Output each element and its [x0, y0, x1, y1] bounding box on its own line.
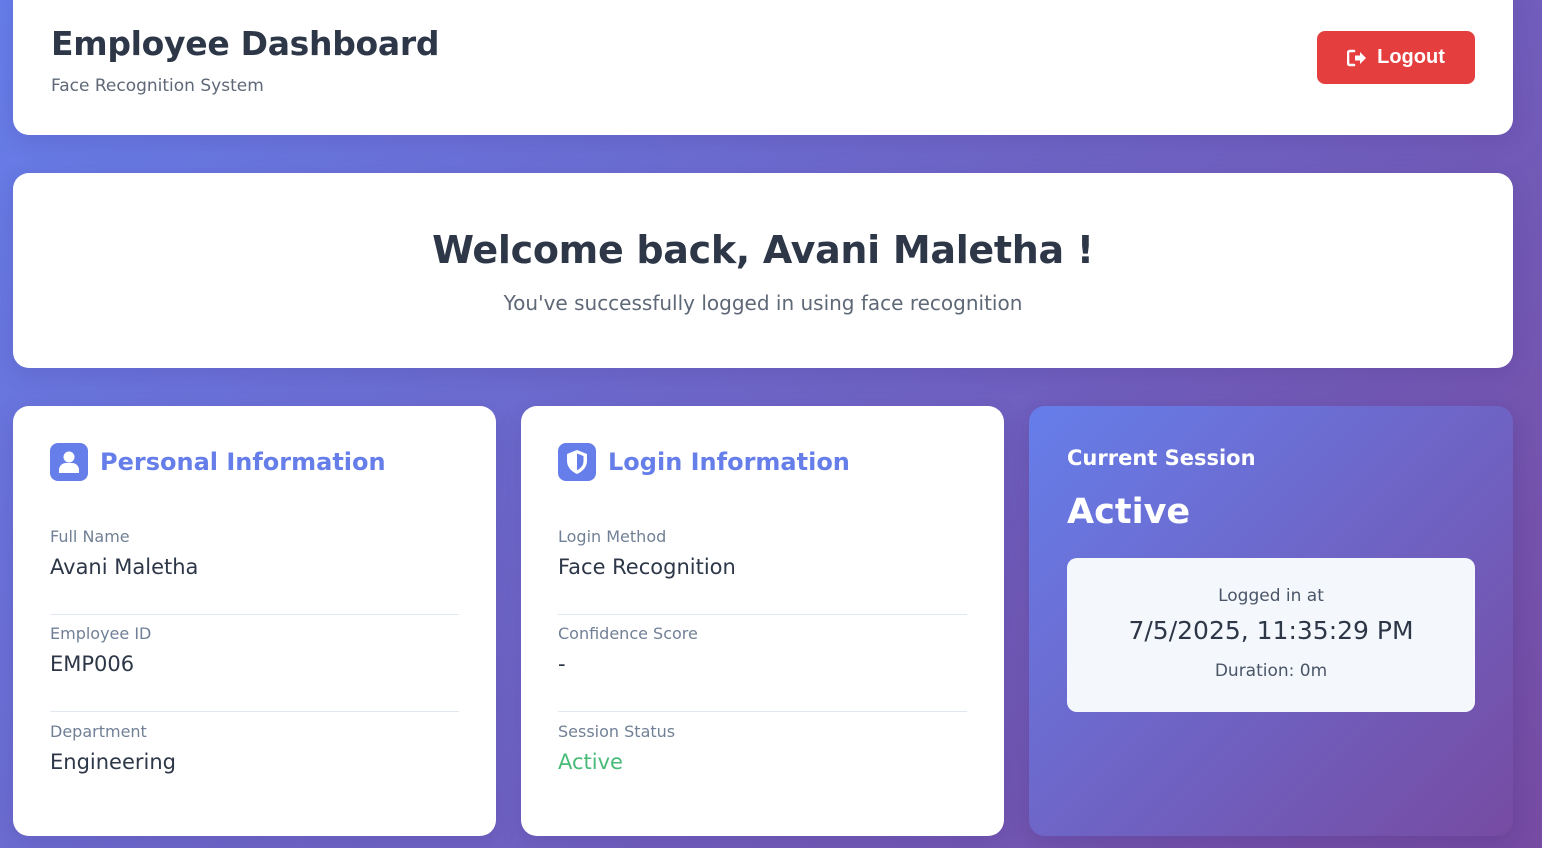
page-title: Employee Dashboard	[51, 24, 440, 63]
department-field: Department Engineering	[50, 722, 459, 774]
logged-in-label: Logged in at	[1218, 586, 1324, 606]
field-value: EMP006	[50, 652, 135, 676]
field-value: -	[558, 652, 566, 676]
login-time-panel: Logged in at 7/5/2025, 11:35:29 PM Durat…	[1067, 558, 1475, 712]
current-session-card: Current Session Active Logged in at 7/5/…	[1029, 406, 1513, 836]
welcome-card: Welcome back, Avani Maletha ! You've suc…	[13, 173, 1513, 368]
confidence-score-field: Confidence Score -	[558, 624, 967, 712]
field-label: Full Name	[50, 527, 130, 546]
field-label: Employee ID	[50, 624, 152, 643]
full-name-field: Full Name Avani Maletha	[50, 527, 459, 615]
field-label: Login Method	[558, 527, 667, 546]
logout-label: Logout	[1377, 46, 1445, 68]
field-value: Face Recognition	[558, 555, 736, 579]
personal-information-card: Personal Information Full Name Avani Mal…	[13, 406, 496, 836]
personal-information-title: Personal Information	[100, 448, 386, 476]
login-information-title: Login Information	[608, 448, 850, 476]
employee-id-field: Employee ID EMP006	[50, 624, 459, 712]
sign-out-icon	[1347, 49, 1367, 67]
field-label: Confidence Score	[558, 624, 698, 643]
login-method-field: Login Method Face Recognition	[558, 527, 967, 615]
status-badge: Active	[558, 750, 623, 774]
current-session-title: Current Session	[1067, 446, 1256, 470]
logged-in-time: 7/5/2025, 11:35:29 PM	[1128, 616, 1414, 645]
session-status-field: Session Status Active	[558, 722, 967, 774]
field-label: Department	[50, 722, 147, 741]
personal-information-header: Personal Information	[50, 443, 386, 481]
login-information-header: Login Information	[558, 443, 850, 481]
page-subtitle: Face Recognition System	[51, 76, 264, 96]
welcome-message: You've successfully logged in using face…	[503, 291, 1023, 315]
shield-icon	[558, 443, 596, 481]
logout-button[interactable]: Logout	[1317, 31, 1475, 84]
field-label: Session Status	[558, 722, 676, 741]
session-duration: Duration: 0m	[1214, 661, 1328, 681]
session-status: Active	[1067, 492, 1191, 532]
field-value: Engineering	[50, 750, 176, 774]
welcome-heading: Welcome back, Avani Maletha !	[432, 228, 1094, 272]
field-value: Avani Maletha	[50, 555, 199, 579]
login-information-card: Login Information Login Method Face Reco…	[521, 406, 1004, 836]
user-icon	[50, 443, 88, 481]
header-card: Employee Dashboard Face Recognition Syst…	[13, 0, 1513, 135]
